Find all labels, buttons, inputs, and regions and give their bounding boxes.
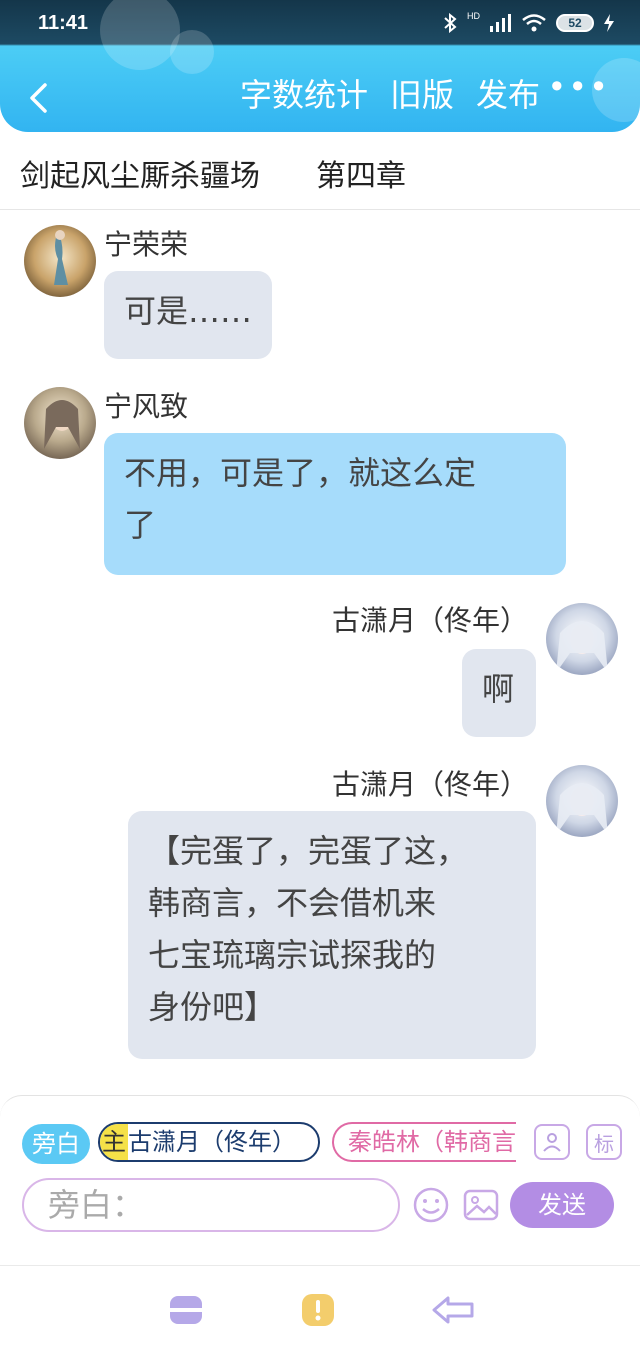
message-input[interactable]: 旁白： (22, 1178, 400, 1232)
chapter-header: 剑起风尘厮杀疆场 第四章 (0, 136, 640, 210)
back-arrow-icon[interactable] (432, 1292, 474, 1328)
avatar[interactable] (546, 765, 618, 837)
main-role-chip[interactable]: 主古潇月（佟年） (98, 1122, 320, 1162)
app-header: 11:41 HD 52 字数统计 旧版 发布 ••• (0, 0, 640, 132)
bluetooth-icon (444, 13, 457, 33)
wifi-icon (522, 14, 546, 32)
sender-name: 宁荣荣 (104, 228, 189, 261)
message-text-line: 不用，可是了，就这么定 (124, 454, 477, 492)
book-title: 剑起风尘厮杀疆场 (20, 158, 260, 194)
nav-actions: 字数统计 旧版 发布 (240, 70, 540, 116)
message-text-line: 七宝琉璃宗试探我的 (148, 936, 437, 974)
menu-icon[interactable] (168, 1292, 204, 1328)
avatar[interactable] (546, 603, 618, 675)
message-bubble[interactable]: 啊 (462, 649, 536, 737)
word-count-button[interactable]: 字数统计 (240, 70, 368, 116)
publish-button[interactable]: 发布 (476, 70, 540, 116)
sender-name: 宁风致 (104, 390, 189, 423)
message-text-line: 了 (124, 506, 157, 544)
message-text: 可是…… (124, 292, 253, 330)
send-button[interactable]: 发送 (510, 1182, 614, 1228)
emoji-icon[interactable] (412, 1186, 450, 1224)
other-role-chip[interactable]: 秦皓林（韩商言 (332, 1122, 516, 1162)
chat-area[interactable]: 宁荣荣 可是…… 宁风致 不用，可是了，就这么定 了 古潇月（佟年） 啊 古潇月… (0, 211, 640, 1091)
message-bubble[interactable]: 可是…… (104, 271, 272, 359)
role-selector: 旁白 主古潇月（佟年） 秦皓林（韩商言 标 (22, 1122, 622, 1166)
message-bubble[interactable]: 【完蛋了，完蛋了这， 韩商言，不会借机来 七宝琉璃宗试探我的 身份吧】 (128, 811, 536, 1059)
network-label: HD (467, 11, 480, 21)
status-time: 11:41 (38, 11, 89, 34)
back-button[interactable] (18, 68, 58, 128)
avatar[interactable] (24, 387, 96, 459)
chevron-left-icon (30, 83, 47, 113)
status-bar: 11:41 HD 52 (0, 0, 640, 46)
nav-bar: 字数统计 旧版 发布 ••• (0, 60, 640, 132)
charging-icon (604, 14, 614, 32)
sender-name: 古潇月（佟年） (331, 768, 528, 801)
message-text-line: 【完蛋了，完蛋了这， (148, 832, 469, 870)
tag-icon[interactable]: 标 (586, 1124, 622, 1160)
contact-icon[interactable] (534, 1124, 570, 1160)
chapter-title: 第四章 (316, 158, 406, 194)
narration-role-chip[interactable]: 旁白 (22, 1124, 90, 1164)
message-bubble[interactable]: 不用，可是了，就这么定 了 (104, 433, 566, 575)
image-icon[interactable] (462, 1186, 500, 1224)
bottom-nav (0, 1265, 640, 1351)
message-text-line: 身份吧】 (148, 988, 277, 1026)
avatar[interactable] (24, 225, 96, 297)
notice-icon[interactable] (300, 1292, 336, 1328)
status-icons: HD 52 (443, 11, 614, 33)
compose-panel: 旁白 主古潇月（佟年） 秦皓林（韩商言 标 旁白： 发送 (0, 1095, 640, 1235)
main-role-name: 古潇月（佟年） (128, 1128, 296, 1156)
message-text: 啊 (482, 670, 515, 708)
main-role-tag: 主 (100, 1124, 128, 1160)
input-row: 旁白： 发送 (22, 1178, 622, 1234)
sender-name: 古潇月（佟年） (331, 604, 528, 637)
battery-icon: 52 (556, 14, 594, 32)
old-version-button[interactable]: 旧版 (390, 70, 454, 116)
more-button[interactable]: ••• (547, 68, 610, 106)
signal-icon (490, 14, 511, 32)
message-text-line: 韩商言，不会借机来 (148, 884, 437, 922)
